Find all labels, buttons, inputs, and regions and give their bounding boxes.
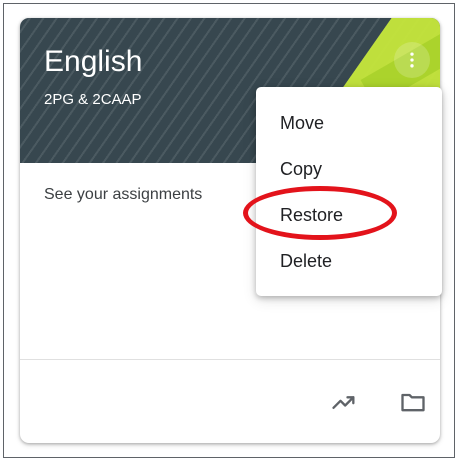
class-folder-button[interactable] [395, 384, 431, 420]
context-menu: Move Copy Restore Delete [256, 87, 442, 296]
course-title[interactable]: English [44, 44, 142, 80]
see-assignments-link[interactable]: See your assignments [44, 184, 202, 206]
menu-item-restore[interactable]: Restore [256, 192, 442, 238]
menu-item-copy[interactable]: Copy [256, 146, 442, 192]
more-vert-icon [410, 52, 414, 68]
progress-button[interactable] [326, 384, 362, 420]
card-footer-divider [20, 359, 440, 360]
folder-icon [401, 393, 425, 412]
course-section: 2PG & 2CAAP [44, 91, 142, 108]
menu-item-move[interactable]: Move [256, 100, 442, 146]
more-options-button[interactable] [394, 42, 430, 78]
menu-item-delete[interactable]: Delete [256, 238, 442, 284]
trending-up-icon [332, 396, 355, 409]
